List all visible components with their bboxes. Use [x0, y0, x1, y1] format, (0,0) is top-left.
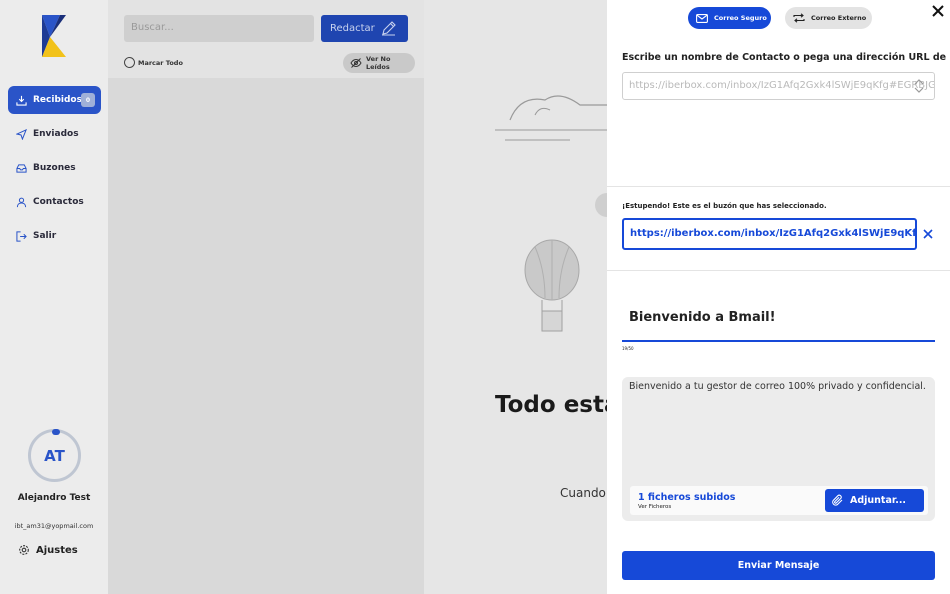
empty-state-title: Todo está	[495, 392, 620, 418]
compose-label: Redactar	[330, 23, 375, 34]
attach-label: Adjuntar...	[850, 495, 907, 506]
show-unread-label: Ver No Leídos	[366, 55, 391, 71]
message-body-text: Bienvenido a tu gestor de correo 100% pr…	[629, 381, 926, 392]
view-files-link[interactable]: Ver Ficheros	[638, 504, 671, 510]
gear-icon	[18, 544, 30, 556]
sidebar-item-contactos[interactable]: Contactos	[8, 188, 101, 216]
pencil-icon	[382, 21, 396, 36]
mailbox-icon	[16, 163, 27, 174]
tab-label: Correo Seguro	[714, 14, 767, 22]
sidebar-item-label: Recibidos	[33, 95, 82, 105]
mark-all-checkbox[interactable]: Marcar Todo	[124, 57, 183, 68]
close-icon[interactable]	[932, 5, 944, 17]
compose-button[interactable]: Redactar	[321, 15, 408, 42]
inbox-download-icon	[16, 95, 27, 106]
show-unread-toggle[interactable]: Ver No Leídos	[343, 53, 415, 73]
section-divider	[607, 186, 950, 187]
sidebar-item-label: Salir	[33, 231, 57, 241]
paperclip-icon	[832, 494, 843, 506]
subject-input[interactable]: Bienvenido a Bmail!	[622, 302, 935, 342]
radio-icon	[124, 57, 135, 68]
swap-icon	[793, 13, 805, 23]
sidebar: Recibidos 0 Enviados Buzones Contactos S…	[0, 0, 108, 594]
empty-state-subtitle: Cuando	[560, 486, 606, 500]
avatar-status-dot	[52, 429, 60, 435]
logout-icon	[16, 230, 27, 242]
selected-mailbox-label: ¡Estupendo! Este es el buzón que has sel…	[622, 202, 827, 210]
sidebar-item-salir[interactable]: Salir	[8, 222, 101, 250]
user-email: ibt_am31@yopmail.com	[14, 522, 94, 530]
tab-label: Correo Externo	[811, 14, 867, 22]
selected-mailbox-url[interactable]: https://iberbox.com/inbox/IzG1Afq2Gxk4lS…	[622, 218, 917, 250]
message-list	[108, 0, 424, 594]
subject-char-counter: 19/50	[622, 346, 634, 351]
sidebar-item-label: Enviados	[33, 129, 79, 139]
spinner-arrows-icon[interactable]	[913, 78, 925, 94]
app-logo-icon	[42, 15, 66, 57]
compose-panel: Correo Seguro Correo Externo Escribe un …	[607, 0, 950, 594]
envelope-icon	[696, 13, 708, 23]
remove-mailbox-icon[interactable]	[923, 229, 933, 239]
settings-button[interactable]: Ajustes	[18, 544, 78, 556]
attach-button[interactable]: Adjuntar...	[825, 489, 924, 512]
attachments-count: 1 ficheros subidos	[638, 492, 736, 503]
avatar[interactable]: AT	[28, 429, 81, 482]
recipient-label: Escribe un nombre de Contacto o pega una…	[622, 52, 950, 63]
sidebar-item-enviados[interactable]: Enviados	[8, 120, 101, 148]
tab-external-mail[interactable]: Correo Externo	[785, 7, 872, 29]
tab-secure-mail[interactable]: Correo Seguro	[688, 7, 771, 29]
settings-label: Ajustes	[36, 544, 78, 556]
send-icon	[16, 128, 27, 140]
send-message-button[interactable]: Enviar Mensaje	[622, 551, 935, 580]
sidebar-item-label: Buzones	[33, 163, 76, 173]
empty-state-illustration	[495, 95, 607, 332]
search-input[interactable]: Buscar...	[124, 15, 314, 42]
user-name: Alejandro Test	[17, 493, 91, 503]
sidebar-item-recibidos[interactable]: Recibidos 0	[8, 86, 101, 114]
eye-off-icon	[350, 58, 362, 68]
recipient-url-input[interactable]: https://iberbox.com/inbox/IzG1Afq2Gxk4lS…	[622, 72, 935, 100]
mark-all-label: Marcar Todo	[138, 58, 183, 67]
sidebar-item-buzones[interactable]: Buzones	[8, 154, 101, 182]
unread-count-badge: 0	[81, 93, 95, 107]
section-divider	[607, 270, 950, 271]
user-icon	[16, 197, 27, 208]
sidebar-item-label: Contactos	[33, 197, 84, 207]
avatar-initials: AT	[44, 446, 65, 465]
